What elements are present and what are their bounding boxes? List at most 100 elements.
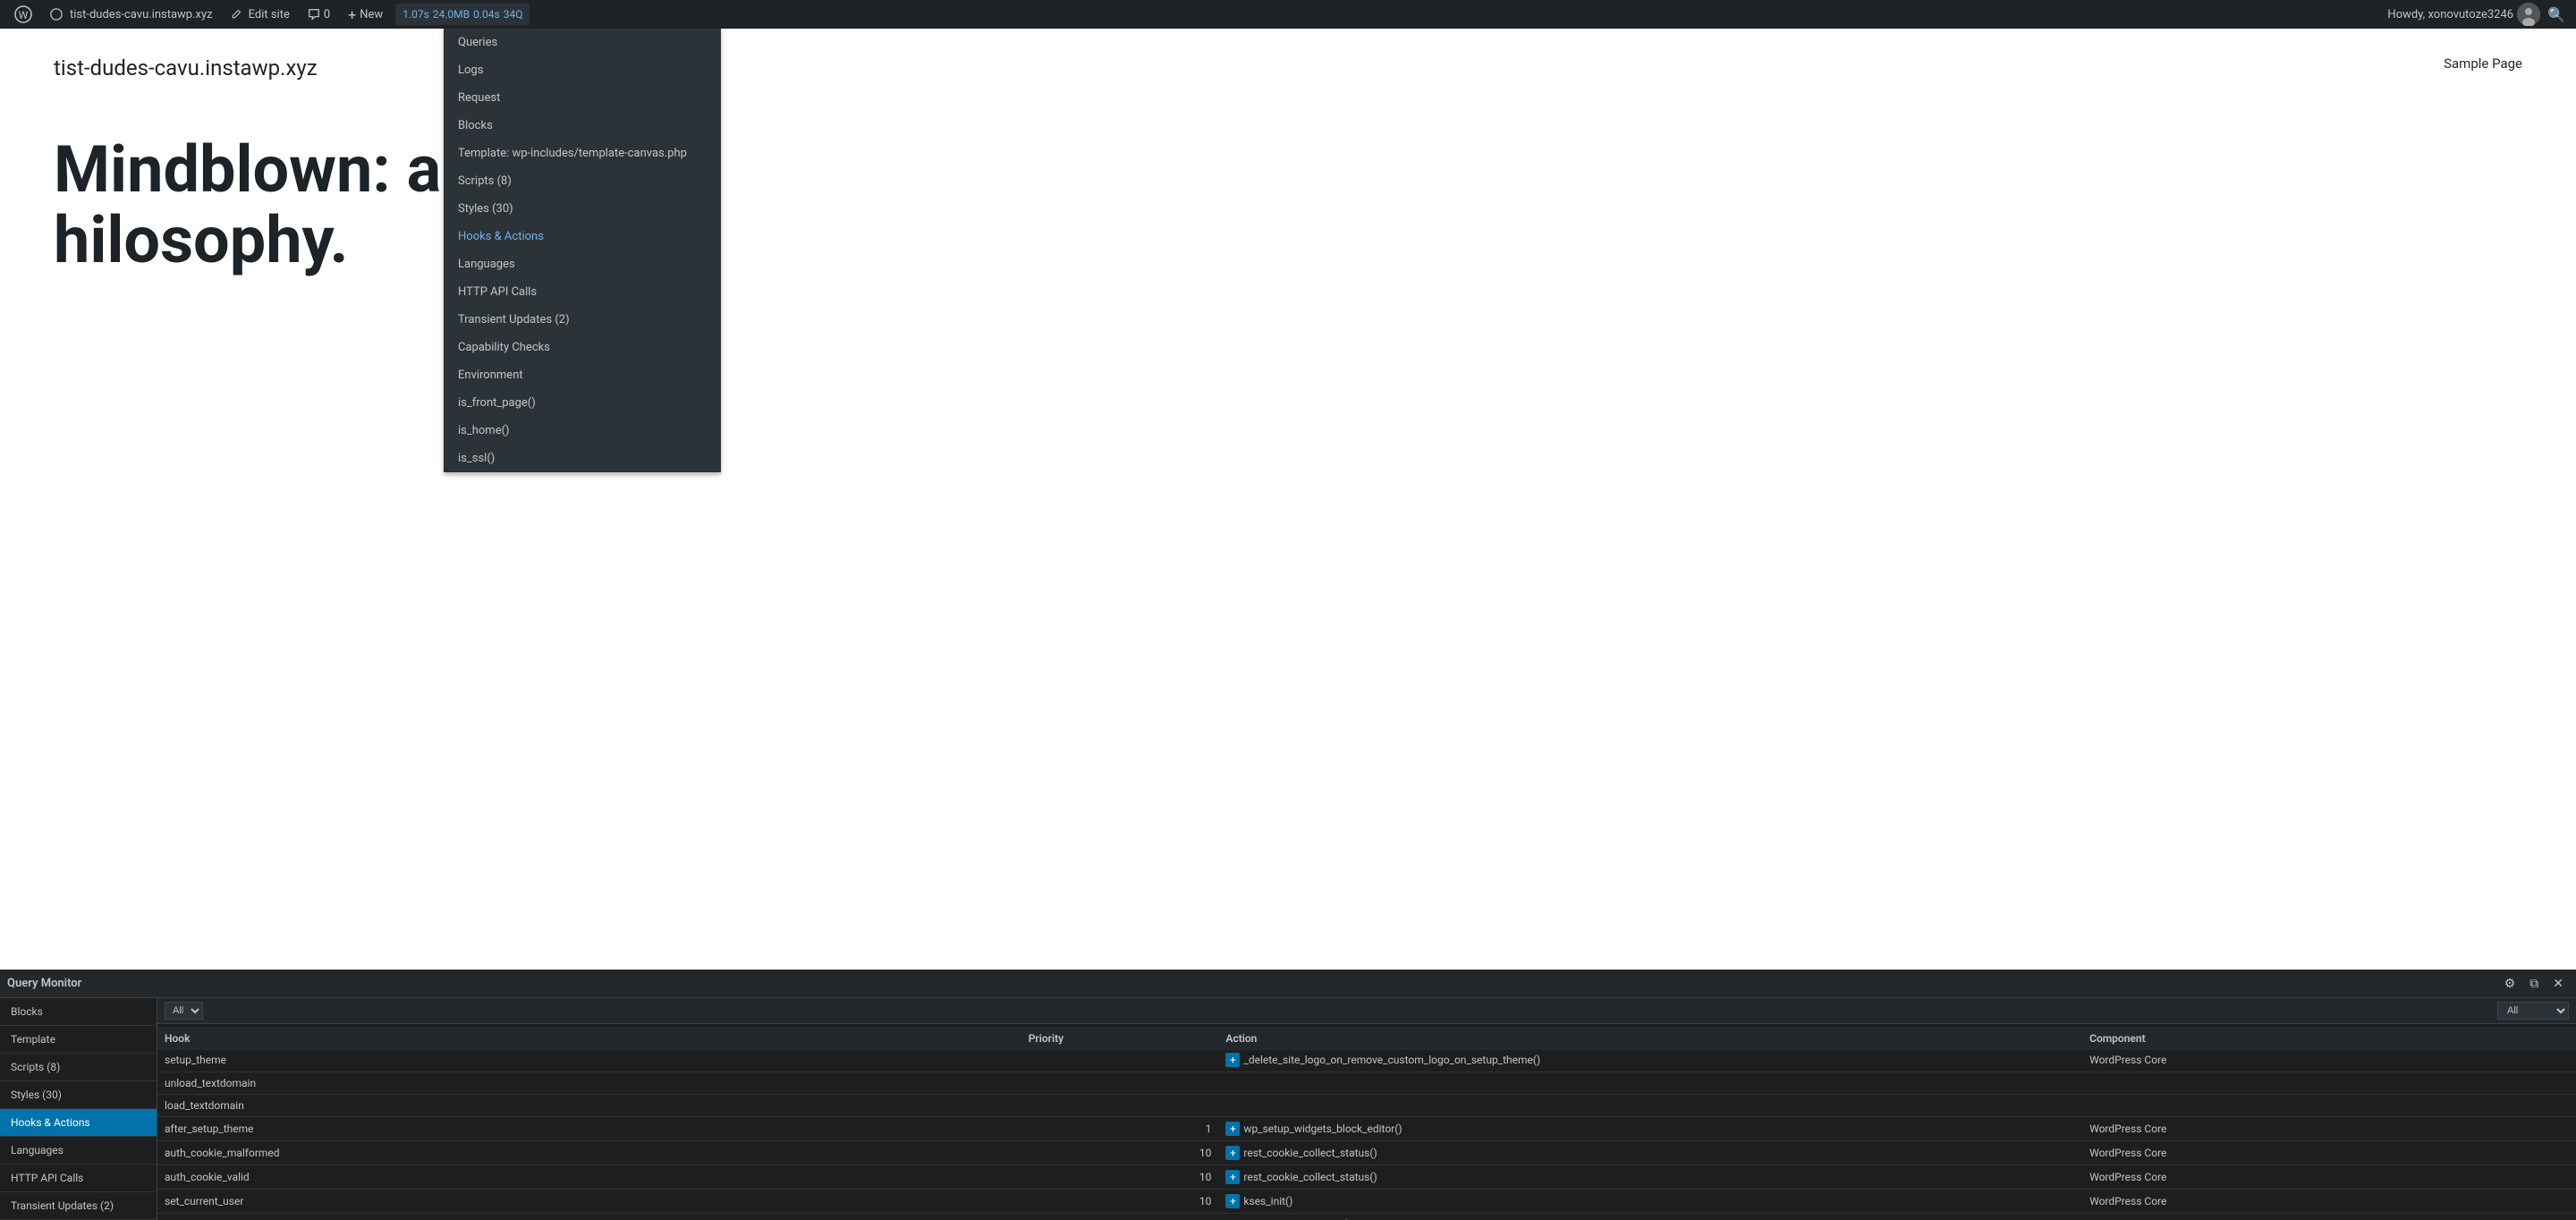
load-time: 1.07s [402,8,429,21]
qm-popout-button[interactable]: ⧉ [2524,974,2544,993]
dropdown-item[interactable]: Scripts (8) [444,167,721,195]
dropdown-item[interactable]: Environment [444,361,721,389]
query-monitor-panel: Query Monitor ⚙ ⧉ ✕ BlocksTemplateScript… [0,970,2576,1220]
hook-cell: setup_theme [157,1048,1021,1072]
dropdown-item[interactable]: Hooks & Actions [444,223,721,250]
qm-panel-header: Query Monitor ⚙ ⧉ ✕ [0,970,2576,998]
priority-column-header: Priority [1021,1027,1219,1051]
component-cell: WordPress Core [2082,1141,2576,1165]
expand-action-button[interactable]: + [1225,1194,1240,1208]
qm-close-button[interactable]: ✕ [2547,974,2569,993]
table-row: auth_cookie_valid10+rest_cookie_collect_… [157,1165,2576,1190]
memory-usage: 24.0MB [433,8,470,21]
table-row: load_textdomain [157,1095,2576,1117]
queries-time: 0.04s [473,8,500,21]
edit-site-link[interactable]: Edit site [224,0,297,29]
wp-logo[interactable]: W [7,0,39,29]
hook-filter-select[interactable]: All [165,1002,203,1020]
dropdown-item[interactable]: HTTP API Calls [444,278,721,306]
comments-count: 0 [324,8,330,21]
hooks-table-body: setup_theme+_delete_site_logo_on_remove_… [157,1048,2576,1220]
dropdown-item[interactable]: is_front_page() [444,389,721,417]
dropdown-item[interactable]: Template: wp-includes/template-canvas.ph… [444,140,721,167]
table-row: unload_textdomain [157,1072,2576,1095]
dropdown-item[interactable]: is_ssl() [444,445,721,472]
qm-sidebar-item[interactable]: Blocks [0,998,157,1026]
component-cell [2082,1095,2576,1117]
dropdown-item[interactable]: Queries [444,29,721,56]
page-header: tist-dudes-cavu.instawp.xyz Sample Page [0,29,2576,80]
dropdown-item[interactable]: Transient Updates (2) [444,306,721,334]
table-row: after_setup_theme1+wp_setup_widgets_bloc… [157,1117,2576,1141]
queries-count: 34Q [504,8,523,21]
hook-cell: set_current_user [157,1190,1021,1214]
priority-cell: 1 [1021,1117,1219,1141]
adminbar-right: Howdy, xonovutoze3246 🔍 [2387,3,2569,27]
dropdown-item[interactable]: Languages [444,250,721,278]
priority-cell: 0 [1021,1214,1219,1220]
admin-bar: W tist-dudes-cavu.instawp.xyz Edit site … [0,0,2576,29]
dropdown-item[interactable]: Logs [444,56,721,84]
qm-sidebar-item[interactable]: Hooks & Actions [0,1109,157,1137]
qm-sidebar-item[interactable]: Template [0,1026,157,1054]
qm-panel-body: BlocksTemplateScripts (8)Styles (30)Hook… [0,998,2576,1220]
qm-sidebar-item[interactable]: HTTP API Calls [0,1165,157,1192]
action-cell [1218,1072,2082,1095]
priority-cell [1021,1095,1219,1117]
hook-column-header: Hook [157,1027,1021,1051]
action-cell [1218,1095,2082,1117]
hook-cell: init [157,1214,1021,1220]
dropdown-item[interactable]: Request [444,84,721,112]
dropdown-item[interactable]: Blocks [444,112,721,140]
action-cell: create_initial_post_types() [1218,1214,2082,1220]
qm-sidebar-item[interactable]: Languages [0,1137,157,1165]
component-filter-select[interactable]: All [2497,1002,2569,1020]
priority-cell: 10 [1021,1141,1219,1165]
dropdown-item[interactable]: Styles (30) [444,195,721,223]
action-cell: +kses_init() [1218,1190,2082,1214]
action-cell: +wp_setup_widgets_block_editor() [1218,1117,2082,1141]
performance-indicator[interactable]: 1.07s 24.0MB 0.04s 34Q [395,4,530,25]
dropdown-menu: QueriesLogsRequestBlocksTemplate: wp-inc… [444,29,721,472]
hero-text-part1: Mindblown: a b [54,131,494,208]
qm-settings-button[interactable]: ⚙ [2499,974,2521,993]
hook-cell: unload_textdomain [157,1072,1021,1095]
edit-site-label: Edit site [249,8,290,21]
hero-text-part2: hilosophy. [54,205,2522,275]
page-content: tist-dudes-cavu.instawp.xyz Sample Page … [0,29,2576,970]
site-name-link[interactable]: tist-dudes-cavu.instawp.xyz [43,0,220,29]
site-name: tist-dudes-cavu.instawp.xyz [70,8,213,21]
priority-cell: 10 [1021,1190,1219,1214]
action-cell: +rest_cookie_collect_status() [1218,1165,2082,1190]
comments-link[interactable]: 0 [301,0,337,29]
expand-action-button[interactable]: + [1225,1053,1240,1067]
table-row: auth_cookie_malformed10+rest_cookie_coll… [157,1141,2576,1165]
hooks-actions-table: Hook Priority Action Component setup_the… [157,1024,2576,1220]
component-filter-area: All [2497,1002,2569,1020]
qm-sidebar: BlocksTemplateScripts (8)Styles (30)Hook… [0,998,157,1220]
qm-table-filter-bar: All All [157,998,2576,1024]
search-icon[interactable]: 🔍 [2544,3,2569,27]
qm-sidebar-item[interactable]: Styles (30) [0,1081,157,1109]
hook-cell: load_textdomain [157,1095,1021,1117]
expand-action-button[interactable]: + [1225,1122,1240,1136]
hook-cell: auth_cookie_malformed [157,1141,1021,1165]
expand-action-button[interactable]: + [1225,1170,1240,1184]
component-cell: WordPress Core [2082,1214,2576,1220]
priority-cell [1021,1048,1219,1072]
component-column-header: Component [2082,1027,2576,1051]
new-content-link[interactable]: + New [341,0,390,29]
user-avatar[interactable] [2517,3,2540,26]
site-title: tist-dudes-cavu.instawp.xyz [54,55,318,80]
new-label: New [360,8,383,21]
qm-sidebar-item[interactable]: Transient Updates (2) [0,1192,157,1220]
sample-page-link[interactable]: Sample Page [2444,55,2522,72]
qm-sidebar-item[interactable]: Scripts (8) [0,1054,157,1081]
hero-text: Mindblown: a b hilosophy. [0,80,2576,329]
expand-action-button[interactable]: + [1225,1146,1240,1160]
dropdown-item[interactable]: is_home() [444,417,721,445]
hook-cell: after_setup_theme [157,1117,1021,1141]
priority-cell [1021,1072,1219,1095]
dropdown-item[interactable]: Capability Checks [444,334,721,361]
priority-cell: 10 [1021,1165,1219,1190]
